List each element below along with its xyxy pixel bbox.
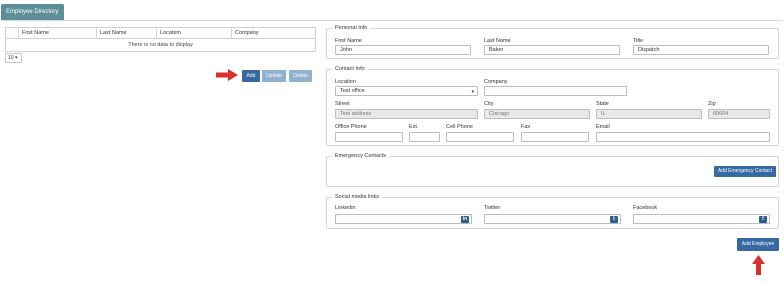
email-label: Email	[596, 124, 610, 130]
personal-info-legend: Personal Info	[332, 24, 371, 33]
column-first-name[interactable]: First Name	[18, 28, 96, 38]
social-media-legend: Social media links	[332, 193, 383, 202]
column-last-name[interactable]: Last Name	[96, 28, 156, 38]
location-select[interactable]: Test office ▾	[335, 86, 478, 96]
social-media-panel: Social media links Linkedin in Twitter t…	[326, 193, 779, 229]
emergency-contacts-panel: Emergency Contacts Add Emergency Contact	[326, 152, 779, 187]
title-field[interactable]: Dispatch	[633, 45, 769, 55]
delete-button[interactable]: Delete	[289, 70, 312, 82]
twitter-label: Twitter	[484, 205, 501, 211]
email-field[interactable]	[596, 132, 770, 142]
location-label: Location	[335, 79, 356, 85]
company-field[interactable]	[484, 86, 627, 96]
twitter-field[interactable]: t	[484, 214, 621, 224]
employee-grid: First Name Last Name Location Company Th…	[5, 27, 316, 52]
grid-select-column[interactable]	[6, 28, 18, 38]
twitter-icon: t	[610, 216, 618, 223]
city-field: Chicago	[484, 109, 590, 119]
linkedin-field[interactable]: in	[335, 214, 472, 224]
facebook-icon: f	[759, 216, 767, 223]
first-name-field[interactable]: John	[335, 45, 471, 55]
last-name-field[interactable]: Baker	[484, 45, 620, 55]
arrow-up-icon	[752, 255, 765, 275]
fax-label: Fax	[521, 124, 531, 130]
zip-field: 60604	[708, 109, 770, 119]
grid-header: First Name Last Name Location Company	[6, 28, 315, 39]
last-name-label: Last Name	[484, 38, 511, 44]
street-field: Test address	[335, 109, 478, 119]
zip-label: Zip	[708, 101, 716, 107]
add-button[interactable]: Add	[242, 70, 260, 82]
location-value: Test office	[340, 88, 365, 94]
tab-employee-directory[interactable]: Employee Directory	[1, 4, 64, 20]
fax-field[interactable]	[521, 132, 589, 142]
ext-label: Ext.	[409, 124, 419, 130]
update-button[interactable]: Update	[262, 70, 286, 82]
tab-divider	[1, 20, 783, 21]
facebook-label: Facebook	[633, 205, 658, 211]
first-name-label: First Name	[335, 38, 362, 44]
emergency-contacts-legend: Emergency Contacts	[332, 152, 390, 161]
office-phone-label: Office Phone	[335, 124, 367, 130]
column-company[interactable]: Company	[231, 28, 315, 38]
state-label: State	[596, 101, 609, 107]
grid-empty-message: There is no data to display	[128, 42, 193, 48]
facebook-field[interactable]: f	[633, 214, 770, 224]
linkedin-label: Linkedin	[335, 205, 356, 211]
cell-phone-label: Cell Phone	[446, 124, 473, 130]
ext-field[interactable]	[409, 132, 440, 142]
personal-info-panel: Personal Info First Name John Last Name …	[326, 24, 779, 59]
add-employee-button[interactable]: Add Employee	[737, 238, 779, 251]
contact-info-legend: Contact Info	[332, 65, 368, 74]
add-emergency-contact-button[interactable]: Add Emergency Contact	[714, 166, 776, 177]
street-label: Street	[335, 101, 350, 107]
page-size-select[interactable]: 10 ▾	[5, 53, 22, 63]
office-phone-field[interactable]	[335, 132, 403, 142]
chevron-down-icon: ▾	[471, 89, 474, 95]
title-label: Title	[633, 38, 644, 44]
state-field: IL	[596, 109, 702, 119]
arrow-right-icon	[216, 69, 238, 81]
contact-info-panel: Contact Info Location Test office ▾ Comp…	[326, 65, 779, 146]
city-label: City	[484, 101, 494, 107]
linkedin-icon: in	[461, 216, 469, 223]
cell-phone-field[interactable]	[446, 132, 514, 142]
column-location[interactable]: Location	[156, 28, 231, 38]
company-label: Company	[484, 79, 508, 85]
